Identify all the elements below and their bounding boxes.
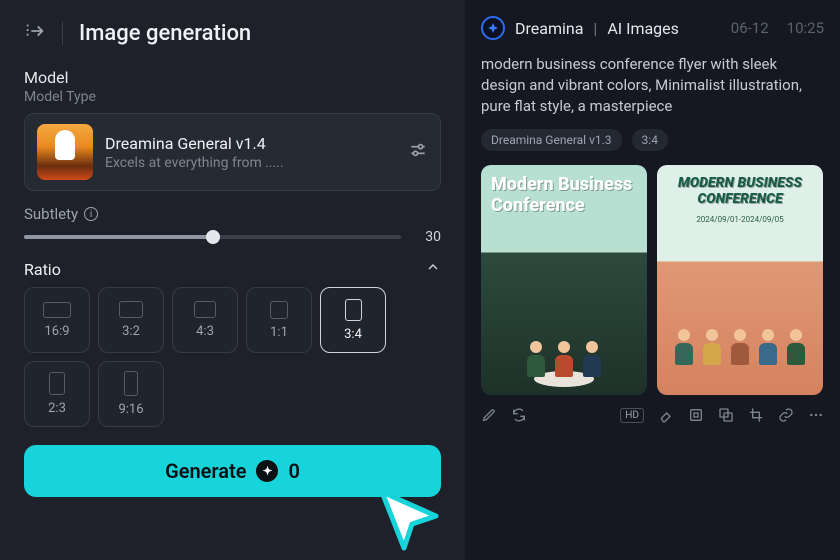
edit-icon[interactable] <box>481 407 497 423</box>
subtlety-row: Subtlety i <box>0 191 465 229</box>
page-title: Image generation <box>79 21 251 46</box>
hd-badge[interactable]: HD <box>620 408 644 423</box>
generate-credits: 0 <box>288 459 299 483</box>
panel-header: Image generation <box>0 0 465 62</box>
ratio-option-3-4[interactable]: 3:4 <box>320 287 386 353</box>
ratio-shape-icon <box>119 301 143 318</box>
info-icon[interactable]: i <box>84 207 98 221</box>
ratio-label: Ratio <box>24 260 61 279</box>
model-badge: Dreamina General v1.3 <box>481 129 622 151</box>
model-name: Dreamina General v1.4 <box>105 134 396 153</box>
ratio-badge: 3:4 <box>632 129 668 151</box>
ratio-grid: 16:9 3:2 4:3 1:1 3:4 2:3 9:16 <box>0 287 465 427</box>
ratio-shape-icon <box>194 301 216 318</box>
link-icon[interactable] <box>778 407 794 423</box>
generate-button[interactable]: Generate ✦ 0 <box>24 445 441 497</box>
brand-icon <box>481 16 505 40</box>
divider <box>62 21 63 45</box>
ratio-option-1-1[interactable]: 1:1 <box>246 287 312 353</box>
ratio-option-label: 16:9 <box>44 324 69 339</box>
result-image-1[interactable]: Modern Business Conference <box>481 165 647 395</box>
model-type-label: Model Type <box>0 87 465 113</box>
subtlety-label: Subtlety <box>24 205 78 223</box>
subtlety-value: 30 <box>415 229 441 245</box>
poster2-sub: 2024/09/01-2024/09/05 <box>657 215 823 224</box>
generate-label: Generate <box>165 459 246 483</box>
result-header: Dreamina | AI Images 06-12 10:25 <box>481 16 824 40</box>
subtlety-slider[interactable] <box>24 235 401 239</box>
ratio-option-label: 9:16 <box>118 402 143 417</box>
result-toolbar: HD <box>481 407 824 423</box>
prompt-text: modern business conference flyer with sl… <box>481 54 824 117</box>
ratio-option-label: 4:3 <box>196 324 214 339</box>
credits-icon: ✦ <box>256 460 278 482</box>
ratio-header[interactable]: Ratio <box>0 245 465 287</box>
ratio-option-16-9[interactable]: 16:9 <box>24 287 90 353</box>
more-icon[interactable] <box>808 407 824 423</box>
ratio-option-9-16[interactable]: 9:16 <box>98 361 164 427</box>
model-thumbnail <box>37 124 93 180</box>
result-grid: Modern Business Conference MODERN BUSINE… <box>481 165 824 395</box>
results-panel: Dreamina | AI Images 06-12 10:25 modern … <box>465 0 840 560</box>
result-date: 06-12 <box>731 19 769 37</box>
result-section-label: AI Images <box>607 19 679 38</box>
model-description: Excels at everything from ..... <box>105 155 396 171</box>
ratio-shape-icon <box>43 302 71 318</box>
ratio-shape-icon <box>49 372 65 395</box>
model-selector-card[interactable]: Dreamina General v1.4 Excels at everythi… <box>24 113 441 191</box>
ratio-option-4-3[interactable]: 4:3 <box>172 287 238 353</box>
model-info: Dreamina General v1.4 Excels at everythi… <box>105 134 396 171</box>
expand-icon[interactable] <box>688 407 704 423</box>
poster1-people <box>481 341 647 381</box>
brand-name: Dreamina <box>515 19 583 38</box>
subtlety-slider-row: 30 <box>0 229 465 245</box>
slider-fill <box>24 235 213 239</box>
ratio-shape-icon <box>345 299 362 321</box>
chevron-up-icon <box>425 259 441 279</box>
result-badges: Dreamina General v1.3 3:4 <box>481 129 824 151</box>
result-time: 10:25 <box>787 19 824 37</box>
layers-icon[interactable] <box>718 407 734 423</box>
result-image-2[interactable]: MODERN BUSINESS CONFERENCE 2024/09/01-20… <box>657 165 823 395</box>
slider-thumb[interactable] <box>206 230 220 244</box>
ratio-option-2-3[interactable]: 2:3 <box>24 361 90 427</box>
ratio-option-3-2[interactable]: 3:2 <box>98 287 164 353</box>
separator: | <box>593 19 597 38</box>
ratio-option-label: 3:4 <box>344 327 362 342</box>
refresh-icon[interactable] <box>511 407 527 423</box>
generation-panel: Image generation Model Model Type Dreami… <box>0 0 465 560</box>
ratio-option-label: 3:2 <box>122 324 140 339</box>
ratio-option-label: 1:1 <box>270 325 288 340</box>
ratio-option-label: 2:3 <box>48 401 66 416</box>
model-section-label: Model <box>0 68 465 87</box>
erase-icon[interactable] <box>658 407 674 423</box>
collapse-icon[interactable] <box>24 20 46 46</box>
poster2-title: MODERN BUSINESS CONFERENCE <box>667 175 813 207</box>
crop-icon[interactable] <box>748 407 764 423</box>
ratio-shape-icon <box>124 371 138 396</box>
poster2-people <box>657 329 823 369</box>
sliders-icon[interactable] <box>408 140 428 164</box>
poster1-title: Modern Business Conference <box>491 175 637 216</box>
ratio-shape-icon <box>270 301 288 319</box>
